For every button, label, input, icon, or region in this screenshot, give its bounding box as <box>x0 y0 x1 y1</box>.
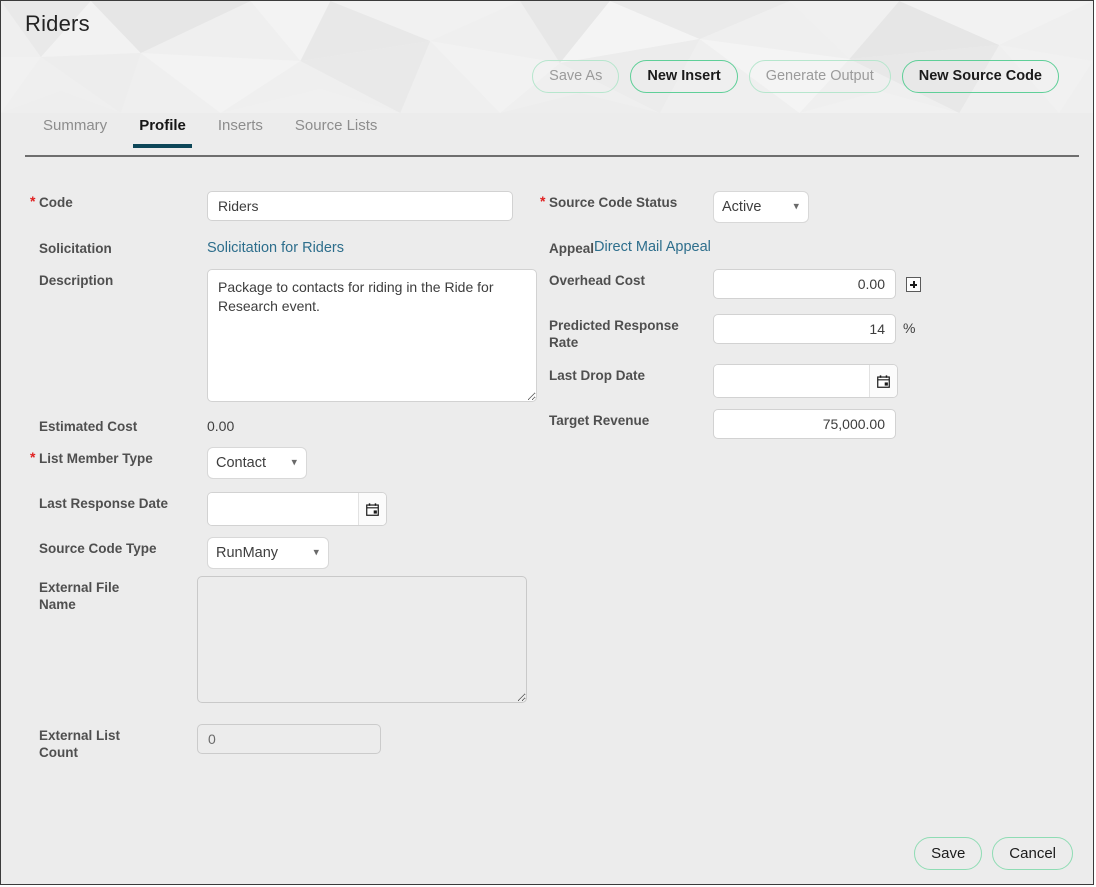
field-row-code: * Code <box>1 191 513 221</box>
required-marker: * <box>30 193 36 209</box>
last-drop-date-field <box>713 364 898 398</box>
new-insert-button[interactable]: New Insert <box>630 60 738 93</box>
page-header: Riders Save As New Insert Generate Outpu… <box>1 1 1093 113</box>
field-row-overhead-cost: Overhead Cost <box>539 269 921 299</box>
external-file-name-label: External File Name <box>39 580 120 612</box>
last-response-date-field <box>207 492 387 526</box>
appeal-label: Appeal <box>549 241 595 256</box>
header-action-bar: Save As New Insert Generate Output New S… <box>532 60 1059 93</box>
solicitation-label: Solicitation <box>39 241 112 256</box>
plus-icon[interactable] <box>906 277 921 292</box>
tab-bar: Summary Profile Inserts Source Lists <box>25 113 1079 157</box>
source-code-status-label: * Source Code Status <box>540 193 678 210</box>
generate-output-button[interactable]: Generate Output <box>748 60 891 93</box>
target-revenue-label: Target Revenue <box>549 413 650 428</box>
field-row-estimated-cost: Estimated Cost 0.00 <box>1 415 234 435</box>
last-drop-date-label: Last Drop Date <box>549 368 646 383</box>
source-code-status-select-wrapper: Active ▾ <box>713 191 809 223</box>
external-file-name-textarea[interactable] <box>197 576 527 703</box>
required-marker: * <box>540 193 546 209</box>
required-marker: * <box>30 449 36 465</box>
field-row-description: Description Package to contacts for ridi… <box>1 269 537 402</box>
application-window: Riders Save As New Insert Generate Outpu… <box>0 0 1094 885</box>
save-button[interactable]: Save <box>914 837 983 870</box>
field-row-target-revenue: Target Revenue <box>539 409 896 439</box>
new-source-code-button[interactable]: New Source Code <box>901 60 1059 93</box>
description-label: Description <box>39 273 114 288</box>
form-footer: Save Cancel <box>914 837 1073 870</box>
cancel-button[interactable]: Cancel <box>992 837 1073 870</box>
appeal-link[interactable]: Direct Mail Appeal <box>594 237 711 257</box>
tab-source-lists[interactable]: Source Lists <box>279 113 394 146</box>
last-drop-date-input[interactable] <box>714 365 869 397</box>
field-row-list-member-type: * List Member Type Contact ▾ <box>1 447 307 479</box>
tab-summary[interactable]: Summary <box>25 113 123 146</box>
tab-profile[interactable]: Profile <box>123 113 202 148</box>
header-polygon-texture <box>1 1 1093 113</box>
target-revenue-input[interactable] <box>713 409 896 439</box>
source-code-type-select[interactable]: RunMany <box>207 537 329 569</box>
list-member-type-select[interactable]: Contact <box>207 447 307 479</box>
external-list-count-input[interactable] <box>197 724 381 754</box>
save-as-button[interactable]: Save As <box>532 60 620 93</box>
field-row-last-response-date: Last Response Date <box>1 492 387 526</box>
source-code-type-select-wrapper: RunMany ▾ <box>207 537 329 569</box>
profile-form: * Code Solicitation Solicitation for Rid… <box>1 157 1093 837</box>
percent-unit-label: % <box>903 320 916 336</box>
field-row-source-code-type: Source Code Type RunMany ▾ <box>1 537 329 569</box>
field-row-external-list-count: External List Count <box>1 724 381 761</box>
solicitation-link[interactable]: Solicitation for Riders <box>207 237 344 259</box>
field-row-appeal: Appeal Direct Mail Appeal <box>539 237 711 257</box>
field-row-external-file-name: External File Name <box>1 576 527 703</box>
overhead-cost-label: Overhead Cost <box>549 273 646 288</box>
source-code-type-label: Source Code Type <box>39 541 157 556</box>
field-row-predicted-response-rate: Predicted Response Rate % <box>539 314 915 351</box>
description-textarea[interactable]: Package to contacts for riding in the Ri… <box>207 269 537 402</box>
overhead-cost-input[interactable] <box>713 269 896 299</box>
field-row-last-drop-date: Last Drop Date <box>539 364 898 398</box>
code-input[interactable] <box>207 191 513 221</box>
page-title: Riders <box>25 11 90 36</box>
list-member-type-select-wrapper: Contact ▾ <box>207 447 307 479</box>
field-row-solicitation: Solicitation Solicitation for Riders <box>1 237 344 259</box>
predicted-response-rate-label: Predicted Response Rate <box>549 318 679 350</box>
last-response-date-label: Last Response Date <box>39 496 169 511</box>
estimated-cost-value: 0.00 <box>207 418 235 434</box>
estimated-cost-label: Estimated Cost <box>39 419 138 434</box>
field-row-source-code-status: * Source Code Status Active ▾ <box>539 191 809 223</box>
calendar-icon[interactable] <box>358 493 386 525</box>
list-member-type-label: * List Member Type <box>30 449 153 466</box>
source-code-status-select[interactable]: Active <box>713 191 809 223</box>
external-list-count-label: External List Count <box>39 728 121 760</box>
calendar-glyph <box>877 374 890 388</box>
predicted-response-rate-input[interactable] <box>713 314 896 344</box>
calendar-icon[interactable] <box>869 365 897 397</box>
tab-inserts[interactable]: Inserts <box>202 113 279 146</box>
last-response-date-input[interactable] <box>208 493 358 525</box>
code-label: * Code <box>30 193 73 210</box>
calendar-glyph <box>366 502 379 516</box>
